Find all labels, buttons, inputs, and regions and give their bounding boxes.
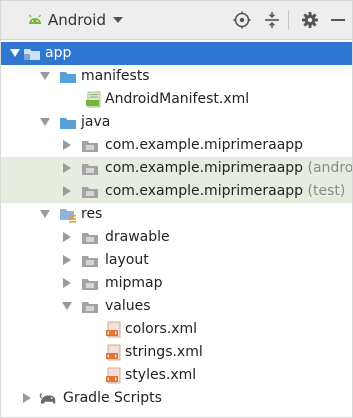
expanded-arrow-icon[interactable] <box>39 69 51 83</box>
tree-item-res[interactable]: res <box>1 203 352 226</box>
xml-file-icon <box>105 367 123 384</box>
tree-item-label: colors.xml <box>125 321 198 337</box>
folder-icon <box>81 229 99 246</box>
collapsed-arrow-icon[interactable] <box>61 138 73 152</box>
folder-icon <box>81 275 99 292</box>
tree-item-manifests[interactable]: manifests <box>1 65 352 88</box>
expanded-arrow-icon[interactable] <box>39 207 51 221</box>
project-panel: Android app manifests AndroidManifest.xm… <box>0 0 353 418</box>
tree-item-values[interactable]: values <box>1 295 352 318</box>
view-selector-label[interactable]: Android <box>48 11 106 29</box>
tree-item-android-manifest[interactable]: AndroidManifest.xml <box>1 88 352 111</box>
package-icon <box>81 137 99 154</box>
tree-item-package-main[interactable]: com.example.miprimeraapp <box>1 134 352 157</box>
collapsed-arrow-icon[interactable] <box>61 230 73 244</box>
collapsed-arrow-icon[interactable] <box>61 276 73 290</box>
dropdown-caret-icon[interactable] <box>111 14 125 26</box>
xml-file-icon <box>105 344 123 361</box>
hide-panel-icon[interactable] <box>330 11 346 29</box>
tree-item-strings-xml[interactable]: strings.xml <box>1 341 352 364</box>
source-set-suffix: (test) <box>307 183 346 199</box>
collapsed-arrow-icon[interactable] <box>61 253 73 267</box>
collapse-all-icon[interactable] <box>263 11 281 29</box>
tree-item-layout[interactable]: layout <box>1 249 352 272</box>
package-icon <box>81 160 99 177</box>
locate-target-icon[interactable] <box>233 11 251 29</box>
tree-item-label: values <box>105 298 151 314</box>
tree-item-label: strings.xml <box>125 344 203 360</box>
project-toolbar: Android <box>1 1 352 40</box>
tree-item-drawable[interactable]: drawable <box>1 226 352 249</box>
source-set-suffix: (androidTe <box>307 160 352 176</box>
xml-file-icon <box>105 321 123 338</box>
tree-item-label: layout <box>105 252 149 268</box>
collapsed-arrow-icon[interactable] <box>21 391 33 405</box>
expanded-arrow-icon[interactable] <box>9 46 21 60</box>
tree-item-label: manifests <box>81 68 150 84</box>
tree-item-label: app <box>45 45 72 61</box>
tree-item-label: Gradle Scripts <box>63 390 162 406</box>
tree-item-package-test[interactable]: com.example.miprimeraapp (test) <box>1 180 352 203</box>
tree-item-label: com.example.miprimeraapp (androidTe <box>105 159 352 178</box>
tree-item-java[interactable]: java <box>1 111 352 134</box>
tree-item-label: styles.xml <box>125 367 197 383</box>
tree-item-styles-xml[interactable]: styles.xml <box>1 364 352 387</box>
folder-icon <box>81 298 99 315</box>
collapsed-arrow-icon[interactable] <box>61 184 73 198</box>
expanded-arrow-icon[interactable] <box>39 115 51 129</box>
manifest-file-icon <box>85 91 103 108</box>
tree-item-label: com.example.miprimeraapp (test) <box>105 182 345 201</box>
gradle-elephant-icon <box>39 390 57 407</box>
tree-item-app[interactable]: app <box>1 42 352 65</box>
folder-icon <box>81 252 99 269</box>
expanded-arrow-icon[interactable] <box>61 299 73 313</box>
tree-item-gradle-scripts[interactable]: Gradle Scripts <box>1 387 352 410</box>
tree-item-label: drawable <box>105 229 170 245</box>
package-icon <box>81 183 99 200</box>
tree-item-label: AndroidManifest.xml <box>105 91 250 107</box>
tree-item-label: mipmap <box>105 275 163 291</box>
resource-folder-icon <box>59 206 77 223</box>
tree-item-package-android-test[interactable]: com.example.miprimeraapp (androidTe <box>1 157 352 180</box>
package-name: com.example.miprimeraapp <box>105 160 304 176</box>
tree-item-colors-xml[interactable]: colors.xml <box>1 318 352 341</box>
package-name: com.example.miprimeraapp <box>105 183 304 199</box>
android-icon <box>27 12 43 28</box>
tree-item-label: java <box>81 114 111 130</box>
tree-item-label: com.example.miprimeraapp <box>105 137 304 153</box>
folder-icon <box>59 114 77 131</box>
folder-icon <box>59 68 77 85</box>
toolbar-divider <box>288 10 289 30</box>
tree-item-label: res <box>81 206 103 222</box>
tree-item-mipmap[interactable]: mipmap <box>1 272 352 295</box>
module-folder-icon <box>23 45 41 62</box>
gear-icon[interactable] <box>301 11 319 29</box>
collapsed-arrow-icon[interactable] <box>61 161 73 175</box>
